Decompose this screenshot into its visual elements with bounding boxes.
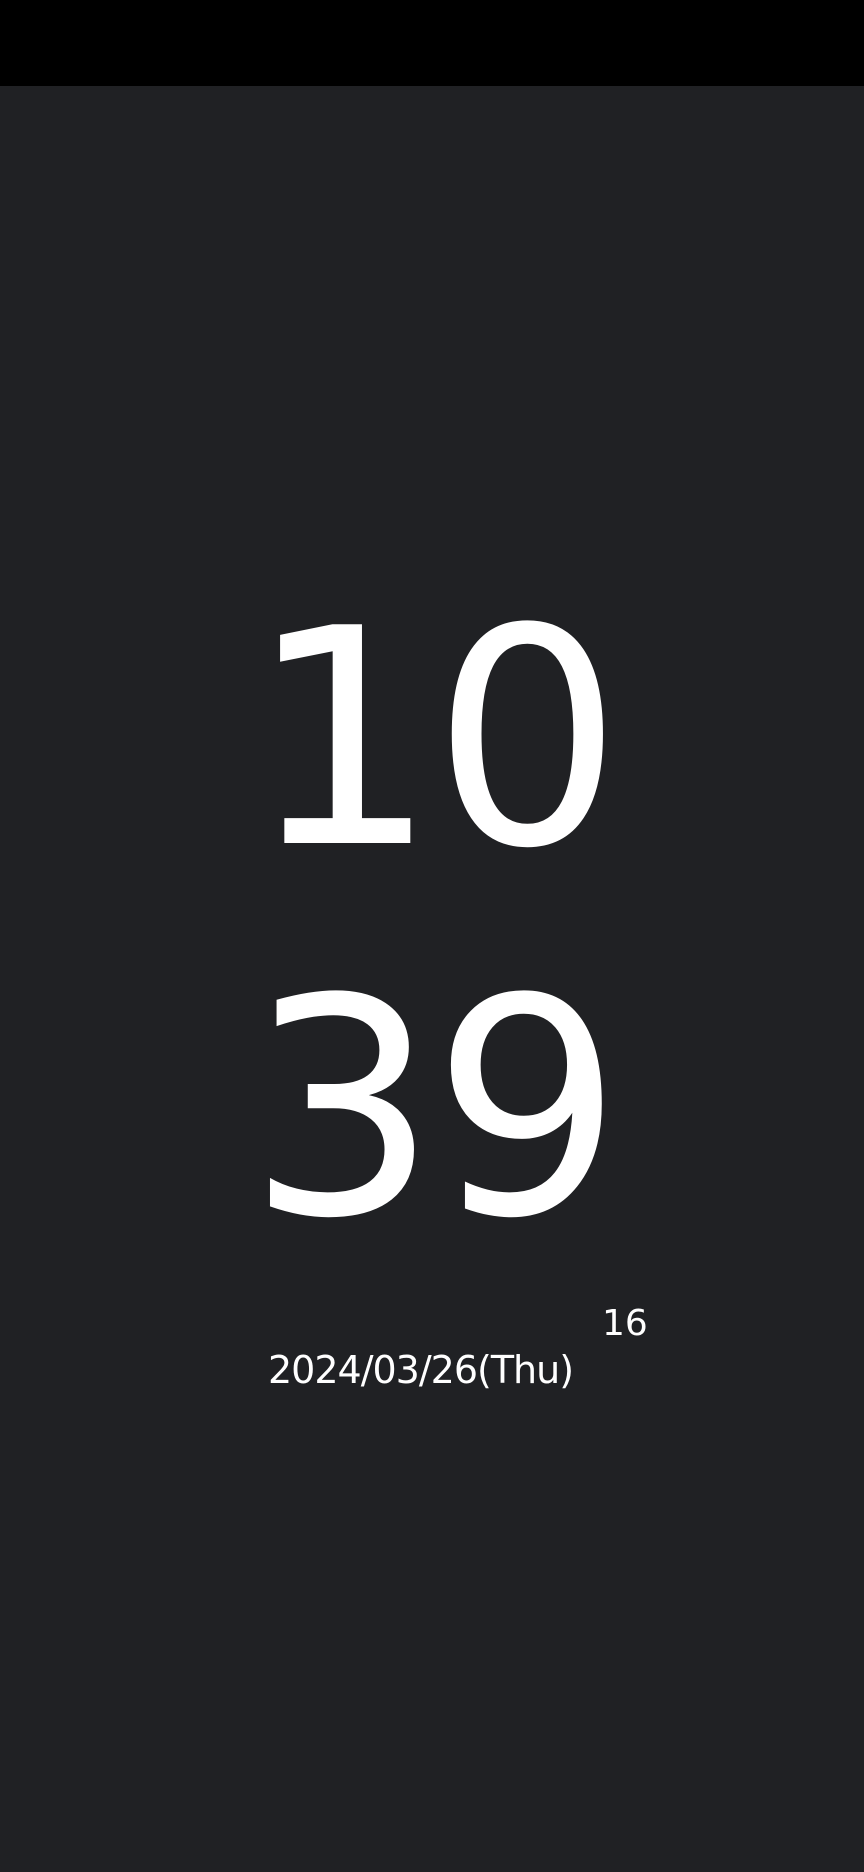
clock-hours: 10: [247, 565, 623, 914]
clock-seconds: 16: [602, 1303, 648, 1344]
status-bar: [0, 0, 864, 86]
clock-minutes: 39: [247, 935, 623, 1284]
clock-date: 2024/03/26(Thu): [268, 1348, 574, 1392]
